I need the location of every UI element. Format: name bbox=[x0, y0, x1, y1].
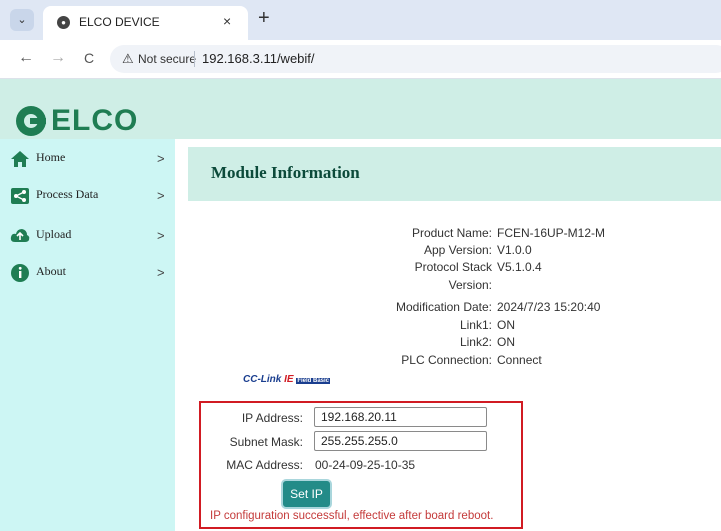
back-button[interactable]: ← bbox=[18, 49, 34, 67]
chevron-right-icon: > bbox=[157, 228, 165, 243]
modification-date-label: Modification Date: bbox=[395, 300, 492, 314]
product-name-label: Product Name: bbox=[411, 226, 492, 240]
share-icon bbox=[11, 188, 29, 204]
info-icon bbox=[11, 264, 29, 282]
app-version-label: App Version: bbox=[423, 243, 492, 257]
close-tab-icon[interactable]: × bbox=[223, 13, 231, 29]
sidebar: Home > Process Data > Upload > About > bbox=[0, 139, 175, 531]
protocol-stack-value: V5.1.0.4 bbox=[497, 260, 542, 274]
reload-button[interactable]: C bbox=[84, 50, 94, 66]
ip-address-input[interactable] bbox=[314, 407, 487, 427]
modification-date-value: 2024/7/23 15:20:40 bbox=[497, 300, 601, 314]
url-text[interactable]: 192.168.3.11/webif/ bbox=[202, 51, 315, 66]
tab-title: ELCO DEVICE bbox=[79, 15, 160, 29]
cloud-upload-icon bbox=[10, 229, 30, 242]
new-tab-button[interactable]: + bbox=[258, 7, 270, 30]
globe-icon: ● bbox=[57, 16, 70, 29]
panel-header: Module Information bbox=[188, 147, 721, 201]
sidebar-item-label: Home bbox=[36, 150, 66, 164]
sidebar-item-about[interactable]: About > bbox=[0, 259, 175, 293]
ip-address-label: IP Address: bbox=[241, 411, 303, 425]
mac-address-value: 00-24-09-25-10-35 bbox=[315, 458, 416, 472]
link2-value: ON bbox=[497, 335, 515, 349]
warning-icon: ⚠ bbox=[122, 51, 134, 66]
subnet-mask-input[interactable] bbox=[314, 431, 487, 451]
link1-value: ON bbox=[497, 318, 515, 332]
security-label[interactable]: Not secure bbox=[138, 52, 196, 66]
chevron-right-icon: > bbox=[157, 265, 165, 280]
elco-logo-icon bbox=[16, 106, 46, 136]
product-name-value: FCEN-16UP-M12-M bbox=[497, 226, 606, 240]
omnibox-divider bbox=[194, 51, 195, 67]
browser-toolbar: ← → C ⚠ Not secure 192.168.3.11/webif/ bbox=[0, 40, 721, 79]
page-title: Module Information bbox=[211, 163, 360, 182]
sidebar-item-label: About bbox=[36, 264, 66, 278]
forward-button[interactable]: → bbox=[50, 49, 66, 67]
home-icon bbox=[11, 151, 29, 167]
browser-tab-strip: ⌄ ● ELCO DEVICE × + bbox=[0, 0, 721, 40]
app-version-value: V1.0.0 bbox=[497, 243, 532, 257]
cc-link-ie-logo: CC-Link IE Field Basic bbox=[243, 374, 331, 385]
link1-label: Link1: bbox=[459, 318, 492, 332]
status-message: IP configuration successful, effective a… bbox=[210, 510, 494, 522]
protocol-stack-label-2: Version: bbox=[448, 278, 492, 292]
sidebar-item-home[interactable]: Home > bbox=[0, 145, 175, 179]
protocol-stack-label: Protocol Stack bbox=[414, 260, 492, 274]
address-bar[interactable]: ⚠ Not secure 192.168.3.11/webif/ bbox=[110, 45, 721, 73]
sidebar-item-upload[interactable]: Upload > bbox=[0, 222, 175, 256]
browser-tab[interactable]: ● ELCO DEVICE × bbox=[43, 6, 248, 40]
mac-address-label: MAC Address: bbox=[226, 458, 303, 472]
set-ip-button[interactable]: Set IP bbox=[281, 479, 332, 509]
sidebar-item-label: Upload bbox=[36, 227, 72, 241]
subnet-mask-label: Subnet Mask: bbox=[229, 435, 303, 449]
chevron-right-icon: > bbox=[157, 188, 165, 203]
link2-label: Link2: bbox=[459, 335, 492, 349]
sidebar-item-label: Process Data bbox=[36, 187, 99, 201]
logo-text: ELCO bbox=[51, 104, 139, 137]
sidebar-item-process-data[interactable]: Process Data > bbox=[0, 182, 175, 216]
plc-connection-value: Connect bbox=[497, 353, 542, 367]
tab-search-dropdown[interactable]: ⌄ bbox=[10, 9, 34, 31]
chevron-right-icon: > bbox=[157, 151, 165, 166]
plc-connection-label: PLC Connection: bbox=[401, 353, 492, 367]
